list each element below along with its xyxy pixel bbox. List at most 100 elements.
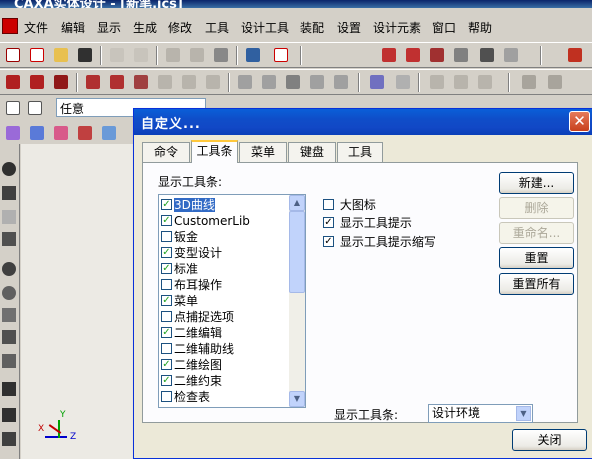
- dialog-title-bar[interactable]: 自定义... ✕: [134, 109, 592, 135]
- move-icon[interactable]: [2, 162, 16, 176]
- list-item[interactable]: ✓ 标准: [161, 261, 291, 277]
- list-item[interactable]: 钣金: [161, 229, 291, 245]
- checkbox-checked-icon[interactable]: ✓: [161, 375, 172, 386]
- scroll-down-icon[interactable]: ▼: [289, 391, 305, 407]
- arrow-up-icon[interactable]: [566, 46, 584, 64]
- sweep-icon[interactable]: [52, 73, 70, 91]
- select-box-icon[interactable]: [26, 99, 44, 117]
- camera-icon[interactable]: [476, 73, 494, 91]
- menu-design-elements[interactable]: 设计元素: [373, 19, 421, 36]
- zoom-window-icon[interactable]: [2, 286, 16, 300]
- tab-tools[interactable]: 工具: [337, 142, 383, 162]
- show-tooltip-shortcuts-option[interactable]: ✓ 显示工具提示缩写: [323, 233, 436, 250]
- open-icon[interactable]: [52, 46, 70, 64]
- new-design-icon[interactable]: [28, 46, 46, 64]
- app-icon[interactable]: [2, 18, 18, 34]
- new-button[interactable]: 新建...: [499, 172, 574, 194]
- list-item[interactable]: ✓ 二维约束: [161, 373, 291, 389]
- checkbox-checked-icon[interactable]: ✓: [323, 217, 334, 228]
- checkbox-checked-icon[interactable]: ✓: [161, 199, 172, 210]
- undo-icon[interactable]: [108, 46, 126, 64]
- rename-button[interactable]: 重命名...: [499, 222, 574, 244]
- extrude-icon[interactable]: [4, 73, 22, 91]
- fit-icon[interactable]: [2, 308, 16, 322]
- view-icon[interactable]: [520, 73, 538, 91]
- select-pointer-icon[interactable]: [4, 99, 22, 117]
- text-icon[interactable]: [478, 46, 496, 64]
- redo-icon[interactable]: [132, 46, 150, 64]
- design-canvas[interactable]: [21, 144, 136, 459]
- spin-icon[interactable]: [2, 210, 16, 224]
- listbox-scrollbar[interactable]: ▲ ▼: [289, 195, 305, 407]
- camera-view-icon[interactable]: [2, 382, 16, 396]
- menu-file[interactable]: 文件: [24, 19, 48, 36]
- delete-button[interactable]: 删除: [499, 197, 574, 219]
- checkbox-unchecked-icon[interactable]: [323, 199, 334, 210]
- face-select-icon[interactable]: [4, 124, 22, 142]
- hand-icon[interactable]: [2, 232, 16, 246]
- checkbox-unchecked-icon[interactable]: [161, 391, 172, 402]
- light-icon[interactable]: [452, 73, 470, 91]
- menu-view[interactable]: 显示: [97, 19, 121, 36]
- scale-icon[interactable]: [332, 73, 350, 91]
- list-item[interactable]: ✓ 二维绘图: [161, 357, 291, 373]
- checkbox-checked-icon[interactable]: ✓: [161, 247, 172, 258]
- assembly-select-icon[interactable]: [100, 124, 118, 142]
- view-alt-icon[interactable]: [546, 73, 564, 91]
- tab-menus[interactable]: 菜单: [239, 142, 287, 162]
- list-item[interactable]: ✓ 3D曲线: [161, 197, 291, 213]
- pan-icon[interactable]: [212, 46, 230, 64]
- snap-icon[interactable]: [380, 46, 398, 64]
- tab-keyboard[interactable]: 键盘: [288, 142, 336, 162]
- list-item[interactable]: ✓ CustomerLib: [161, 213, 291, 229]
- orbit-icon[interactable]: [164, 46, 182, 64]
- measure-icon[interactable]: [404, 46, 422, 64]
- close-button[interactable]: 关闭: [512, 429, 587, 451]
- checkbox-checked-icon[interactable]: ✓: [161, 359, 172, 370]
- paint-icon[interactable]: [452, 46, 470, 64]
- render-icon[interactable]: [428, 73, 446, 91]
- view-orient-icon[interactable]: [2, 330, 16, 344]
- mirror-icon[interactable]: [308, 73, 326, 91]
- show-tooltips-option[interactable]: ✓ 显示工具提示: [323, 214, 412, 231]
- checkbox-checked-icon[interactable]: ✓: [323, 236, 334, 247]
- checkbox-checked-icon[interactable]: ✓: [161, 295, 172, 306]
- checkbox-unchecked-icon[interactable]: [161, 343, 172, 354]
- menu-help[interactable]: 帮助: [468, 19, 492, 36]
- fillet-icon[interactable]: [108, 73, 126, 91]
- design-tree-icon[interactable]: [244, 46, 262, 64]
- reset-all-button[interactable]: 重置所有: [499, 273, 574, 295]
- large-icons-option[interactable]: 大图标: [323, 196, 376, 213]
- tab-commands[interactable]: 命令: [142, 142, 190, 162]
- tab-toolbars[interactable]: 工具条: [191, 140, 238, 163]
- checkbox-unchecked-icon[interactable]: [161, 231, 172, 242]
- edge-select-icon[interactable]: [28, 124, 46, 142]
- smart-snap-icon[interactable]: [428, 46, 446, 64]
- eyedropper-icon[interactable]: [368, 73, 386, 91]
- checkbox-unchecked-icon[interactable]: [161, 279, 172, 290]
- boolean-icon[interactable]: [236, 73, 254, 91]
- checkbox-checked-icon[interactable]: ✓: [161, 215, 172, 226]
- menu-window[interactable]: 窗口: [432, 19, 456, 36]
- menu-edit[interactable]: 编辑: [61, 19, 85, 36]
- chevron-down-icon[interactable]: ▼: [516, 406, 531, 421]
- checkbox-unchecked-icon[interactable]: [161, 311, 172, 322]
- rotate-icon[interactable]: [188, 46, 206, 64]
- menu-modify[interactable]: 修改: [168, 19, 192, 36]
- checkbox-checked-icon[interactable]: ✓: [161, 327, 172, 338]
- tools-icon[interactable]: [284, 73, 302, 91]
- zoom-icon[interactable]: [2, 262, 16, 276]
- menu-settings[interactable]: 设置: [337, 19, 361, 36]
- list-item[interactable]: 布耳操作: [161, 277, 291, 293]
- checkbox-checked-icon[interactable]: ✓: [161, 263, 172, 274]
- split-icon[interactable]: [260, 73, 278, 91]
- list-item[interactable]: 检查表: [161, 389, 291, 405]
- help-pointer-icon[interactable]: [272, 46, 290, 64]
- show-toolbar-select[interactable]: 设计环境 ▼: [428, 404, 533, 423]
- scroll-up-icon[interactable]: ▲: [289, 195, 305, 211]
- pattern-icon[interactable]: [204, 73, 222, 91]
- edit-icon[interactable]: [394, 73, 412, 91]
- print-icon[interactable]: [2, 432, 16, 446]
- revolve-icon[interactable]: [28, 73, 46, 91]
- body-select-icon[interactable]: [52, 124, 70, 142]
